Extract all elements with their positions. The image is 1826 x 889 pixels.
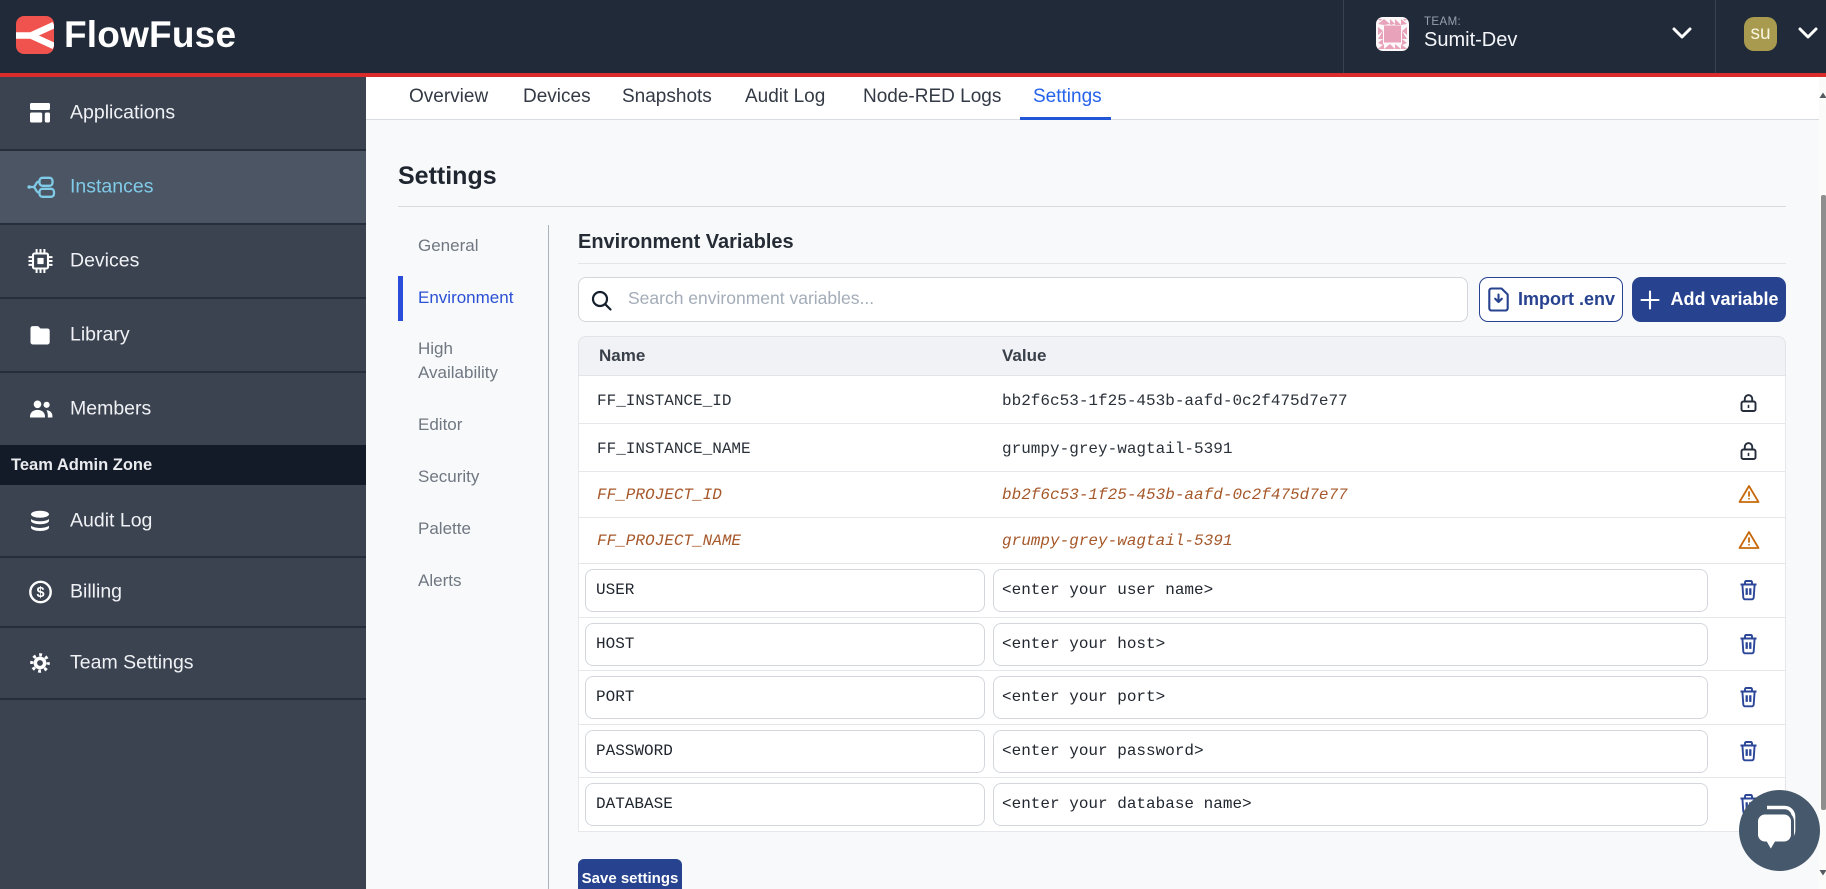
svg-text:$: $	[36, 585, 44, 601]
